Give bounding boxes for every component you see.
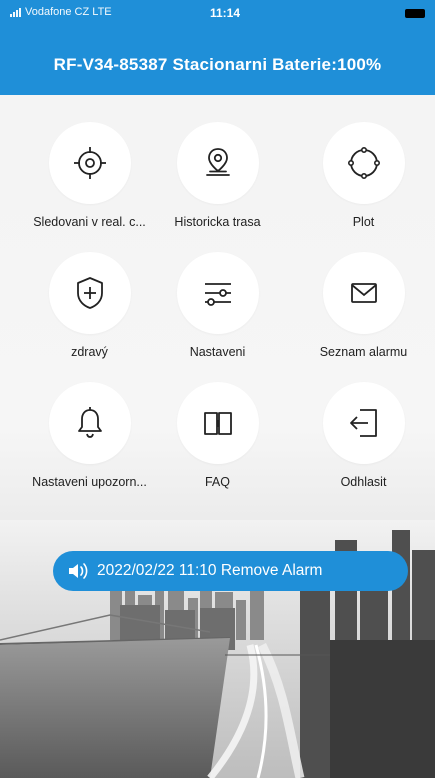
geofence-circle-icon — [347, 146, 380, 179]
page-title: RF-V34-85387 Stacionarni Baterie:100% — [53, 55, 382, 74]
battery-icon — [405, 9, 425, 18]
menu-item-label: Seznam alarmu — [319, 345, 408, 359]
menu-item-notification-settings[interactable]: Nastaveni upozorn... — [17, 382, 162, 489]
envelope-icon — [350, 283, 377, 303]
menu-item-health[interactable]: zdravý — [17, 252, 162, 359]
status-carrier: Vodafone CZ LTE — [10, 6, 112, 18]
status-time: 11:14 — [210, 6, 241, 20]
app-header: Vodafone CZ LTE 11:14 RF-V34-85387 Staci… — [0, 0, 435, 95]
map-pin-icon — [205, 148, 230, 176]
menu-item-label: FAQ — [204, 475, 230, 489]
menu-item-realtime-tracking[interactable]: Sledovani v real. c... — [17, 122, 162, 229]
alarm-notification-banner[interactable]: 2022/02/22 11:10 Remove Alarm — [53, 551, 408, 591]
sliders-icon — [204, 283, 231, 306]
menu-item-label: Historicka trasa — [174, 215, 261, 229]
status-bar: Vodafone CZ LTE 11:14 — [10, 5, 425, 23]
book-icon — [203, 412, 232, 435]
menu-item-icon-wrap — [176, 122, 259, 204]
menu-item-icon-wrap — [48, 122, 131, 204]
menu-item-icon-wrap — [176, 382, 259, 464]
menu-item-history-route[interactable]: Historicka trasa — [145, 122, 290, 229]
menu-item-label: Nastaveni upozorn... — [32, 475, 147, 489]
signal-icon — [10, 7, 21, 17]
menu-item-label: Plot — [352, 215, 375, 229]
menu-item-logout[interactable]: Odhlasit — [291, 382, 435, 489]
bell-icon — [77, 407, 102, 438]
menu-item-label: Sledovani v real. c... — [33, 215, 146, 229]
alarm-text: 2022/02/22 11:10 Remove Alarm — [97, 562, 323, 579]
menu-item-faq[interactable]: FAQ — [145, 382, 290, 489]
menu-item-icon-wrap — [48, 382, 131, 464]
menu-item-icon-wrap — [176, 252, 259, 334]
menu-grid: Sledovani v real. c... Historicka trasa — [0, 118, 435, 508]
menu-item-icon-wrap — [322, 122, 405, 204]
menu-item-icon-wrap — [48, 252, 131, 334]
menu-item-label: zdravý — [71, 345, 108, 359]
shield-plus-icon — [76, 277, 103, 309]
crosshair-icon — [73, 147, 106, 179]
menu-item-icon-wrap — [322, 252, 405, 334]
menu-item-geofence[interactable]: Plot — [291, 122, 435, 229]
carrier-label: Vodafone CZ LTE — [25, 6, 112, 18]
speaker-icon — [69, 563, 88, 579]
menu-item-label: Nastaveni — [189, 345, 246, 359]
app-screen: Vodafone CZ LTE 11:14 RF-V34-85387 Staci… — [0, 0, 435, 778]
menu-item-label: Odhlasit — [340, 475, 387, 489]
menu-item-alarm-list[interactable]: Seznam alarmu — [291, 252, 435, 359]
menu-item-settings[interactable]: Nastaveni — [145, 252, 290, 359]
logout-icon — [349, 409, 377, 437]
menu-item-icon-wrap — [322, 382, 405, 464]
